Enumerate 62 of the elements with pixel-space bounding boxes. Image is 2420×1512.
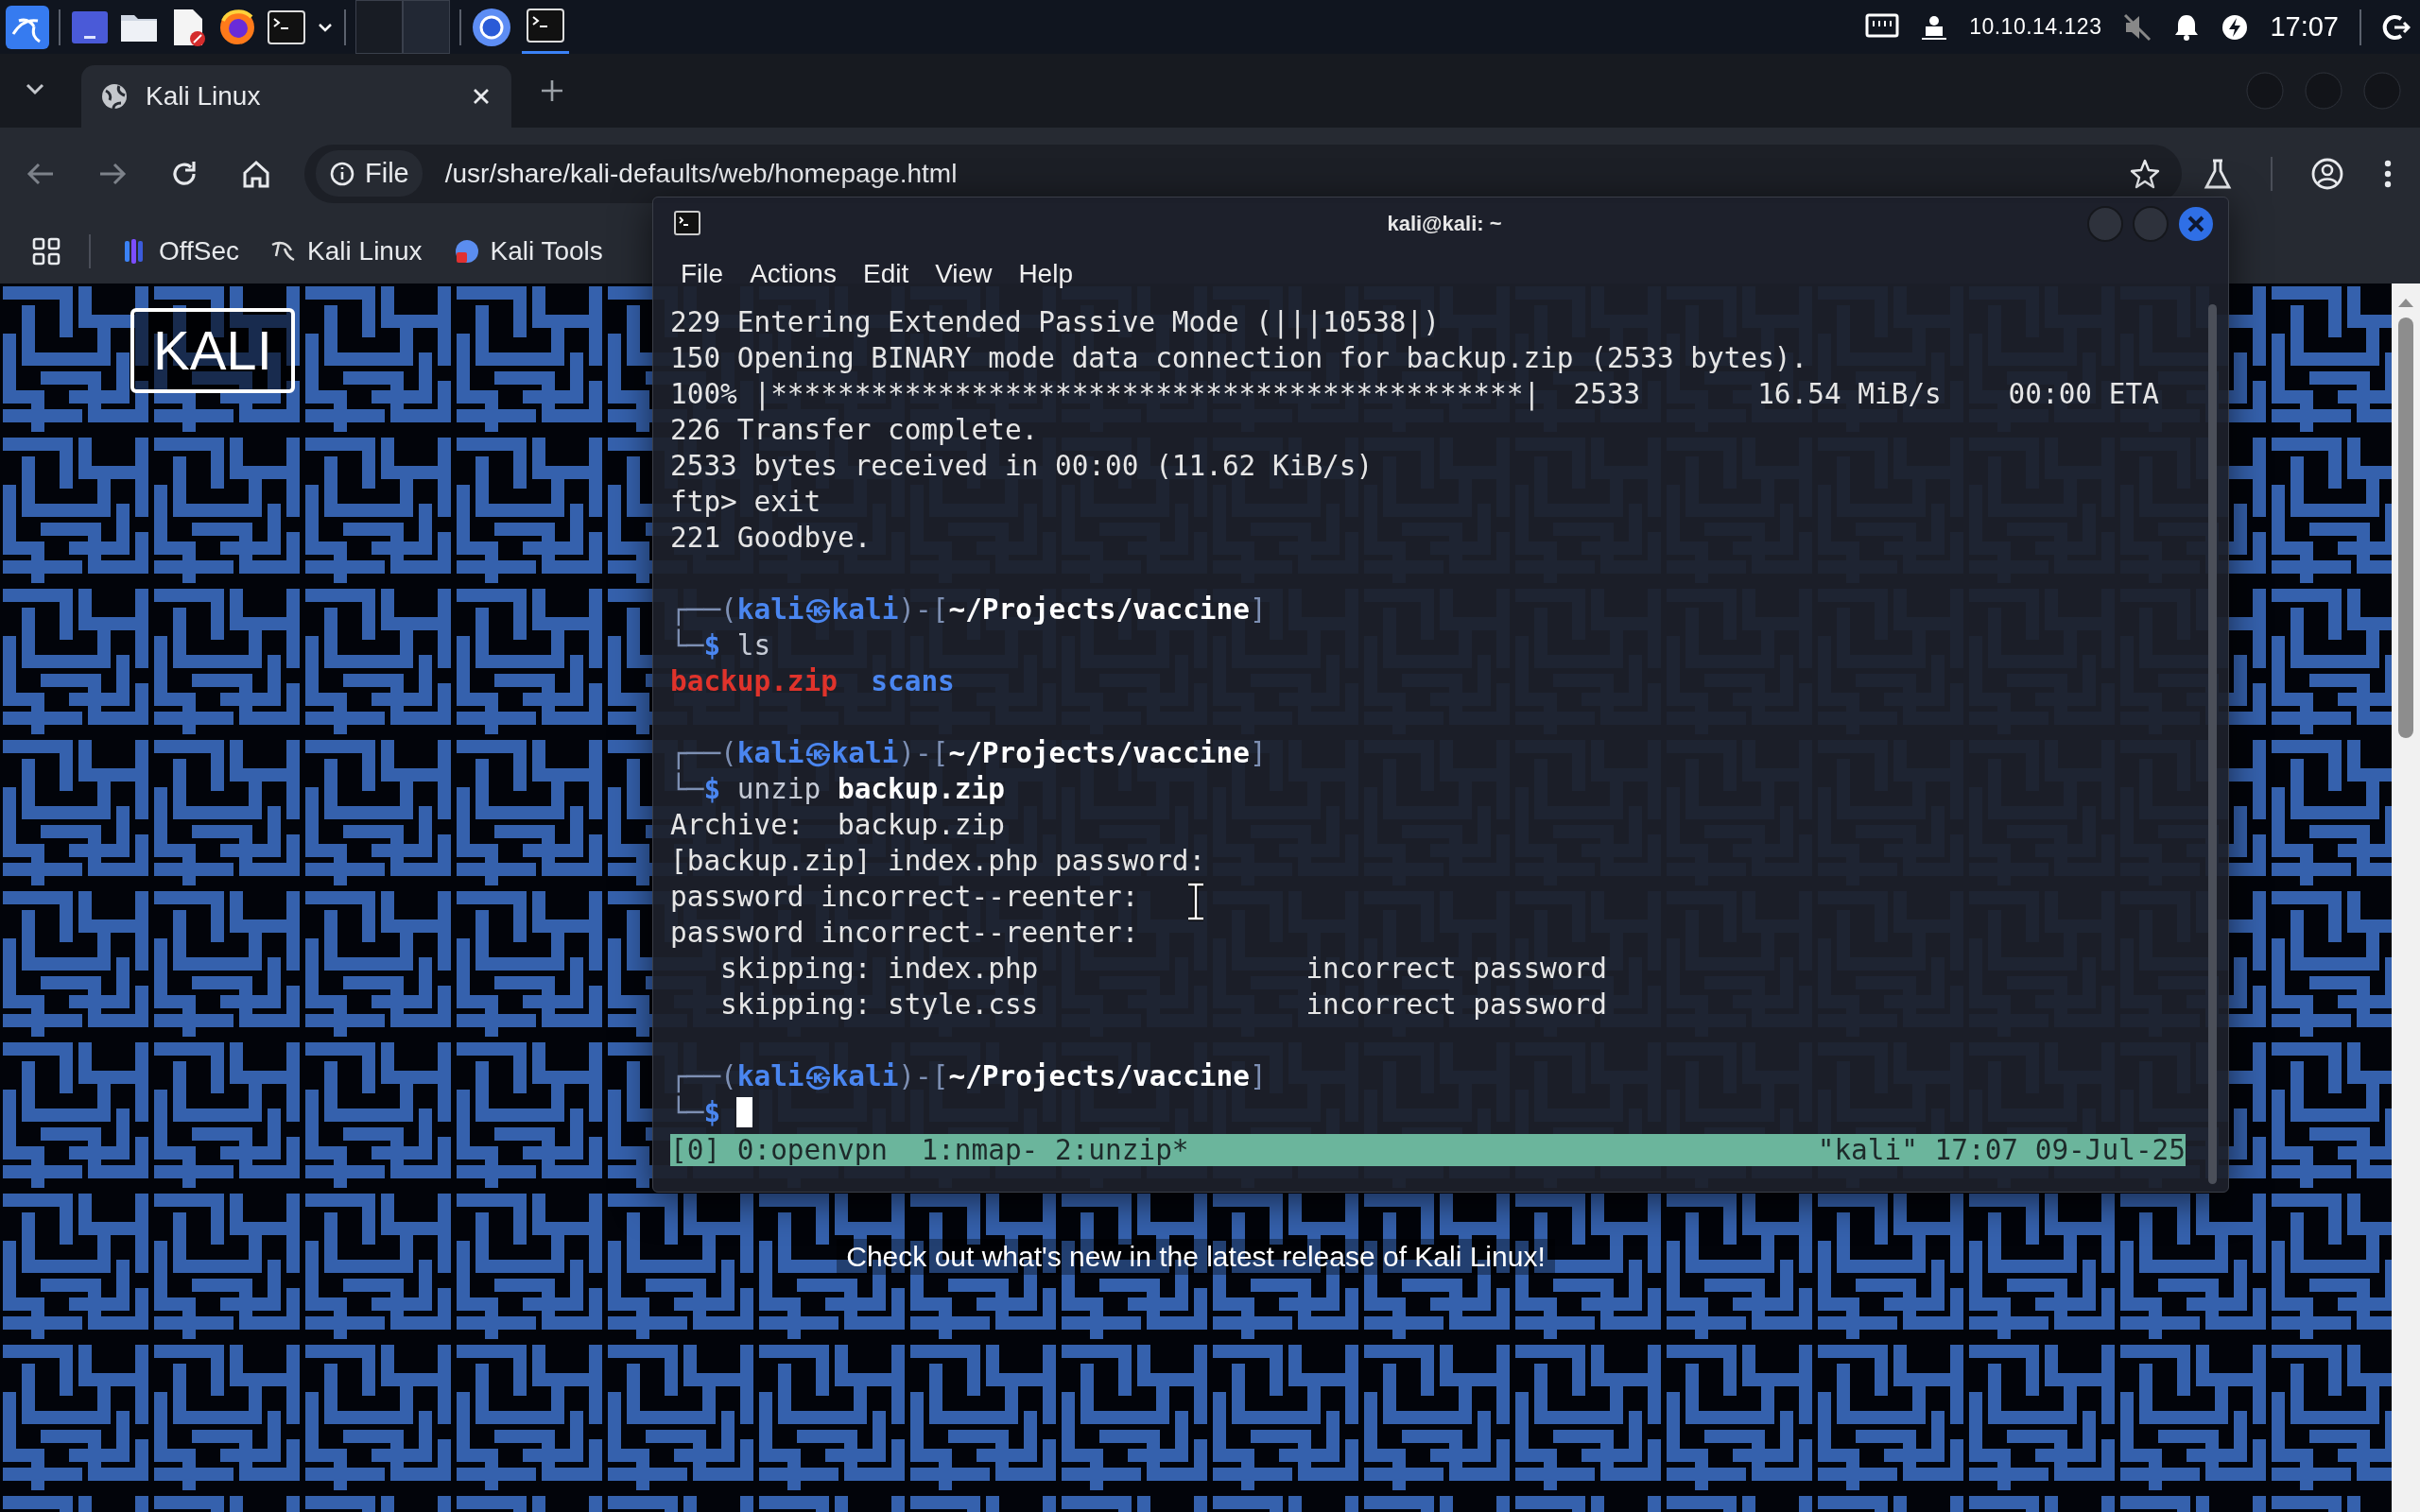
- menu-item[interactable]: File: [672, 259, 733, 289]
- close-button[interactable]: [2177, 205, 2215, 243]
- scrollbar-thumb[interactable]: [2398, 318, 2413, 738]
- prompt-line: └─$: [670, 1094, 753, 1130]
- terminal-icon: [674, 211, 700, 237]
- scroll-up-icon[interactable]: [2397, 297, 2414, 308]
- bookmark[interactable]: Kali Tools: [441, 236, 614, 266]
- browser-tab[interactable]: Kali Linux: [81, 65, 511, 128]
- terminal-line: 150 Opening BINARY mode data connection for backup.zip (2533 bytes).: [670, 341, 1808, 376]
- bookmark[interactable]: Kali Linux: [258, 236, 434, 266]
- tagline: Check out what's new in the latest release of Kali Linux!: [837, 1239, 1555, 1275]
- profile-icon[interactable]: [2310, 156, 2344, 191]
- bolt-icon[interactable]: [2221, 12, 2250, 42]
- menu-item[interactable]: Edit: [854, 259, 918, 289]
- site-logo[interactable]: KALI: [130, 308, 295, 393]
- url-text: /usr/share/kali-defaults/web/homepage.html: [444, 158, 959, 189]
- browser-icon[interactable]: [217, 7, 257, 47]
- status-info: "kali" 17:07 09-Jul-25: [1817, 1134, 2186, 1166]
- dragon-icon[interactable]: [6, 5, 49, 49]
- apps-grid-icon[interactable]: [32, 237, 60, 266]
- prompt-line: └─$ unzip backup.zip: [670, 771, 1005, 807]
- prompt-line: ┌──(kali㉿kali)-[~/Projects/vaccine]: [670, 593, 1267, 627]
- terminal-line: 2533 bytes received in 00:00 (11.62 KiB/s): [670, 449, 1374, 484]
- window-list: [0] 0:openvpn 1:nmap- 2:unzip*: [670, 1134, 1189, 1166]
- logout-icon[interactable]: [2382, 12, 2411, 42]
- ip-address: 10.10.14.123: [1969, 14, 2102, 40]
- terminal-line: backup.zip scans: [670, 664, 955, 699]
- info-icon: [329, 160, 355, 187]
- terminal-line: password incorrect--reenter:: [670, 880, 1139, 915]
- browser-icon[interactable]: [471, 6, 512, 48]
- workspace-switcher[interactable]: [355, 0, 450, 54]
- menu-item[interactable]: Help: [1010, 259, 1081, 289]
- bookmark[interactable]: OffSec: [110, 236, 251, 266]
- window-title: kali@kali: ~: [1387, 212, 1502, 236]
- terminal-line: Archive: backup.zip: [670, 808, 1005, 843]
- bell-icon[interactable]: [2173, 12, 2201, 42]
- muted-speaker-icon[interactable]: [2122, 11, 2153, 43]
- terminal-line: ftp> exit: [670, 485, 821, 520]
- page-scrollbar[interactable]: [2392, 284, 2420, 1512]
- scrollbar-thumb[interactable]: [2208, 304, 2217, 1184]
- terminal-line: skipping: index.php incorrect password: [719, 952, 1607, 987]
- prompt-line: ┌──(kali㉿kali)-[~/Projects/vaccine]: [670, 1059, 1267, 1094]
- star-icon[interactable]: [2129, 157, 2161, 190]
- terminal-line: skipping: style.css incorrect password: [719, 988, 1607, 1022]
- tab-title: Kali Linux: [146, 81, 262, 112]
- site-info-chip[interactable]: File: [316, 150, 423, 197]
- clock[interactable]: 17:07: [2270, 11, 2339, 43]
- text-cursor-icon: [1185, 882, 1206, 921]
- address-bar[interactable]: File /usr/share/kali-defaults/web/homepage.html: [304, 144, 2182, 203]
- terminal-line: 100% |*********************************************| 2533 16.54 MiB/s 00:00 ETA: [670, 377, 2159, 412]
- globe-icon: [100, 82, 129, 111]
- terminal-line: password incorrect--reenter:: [670, 916, 1139, 951]
- menu-item[interactable]: Actions: [741, 259, 845, 289]
- terminal-line: 221 Goodbye.: [670, 521, 872, 556]
- terminal-line: 229 Entering Extended Passive Mode (|||10538|): [670, 305, 1440, 340]
- terminal-line: [backup.zip] index.php password:: [670, 844, 1206, 879]
- terminal-line: 226 Transfer complete.: [670, 413, 1039, 448]
- prompt-line: ┌──(kali㉿kali)-[~/Projects/vaccine]: [670, 736, 1267, 771]
- scheme-label: File: [365, 158, 409, 189]
- menu-item[interactable]: View: [926, 259, 1001, 289]
- flask-icon[interactable]: [2203, 157, 2233, 190]
- prompt-line: └─$ ls: [670, 627, 771, 663]
